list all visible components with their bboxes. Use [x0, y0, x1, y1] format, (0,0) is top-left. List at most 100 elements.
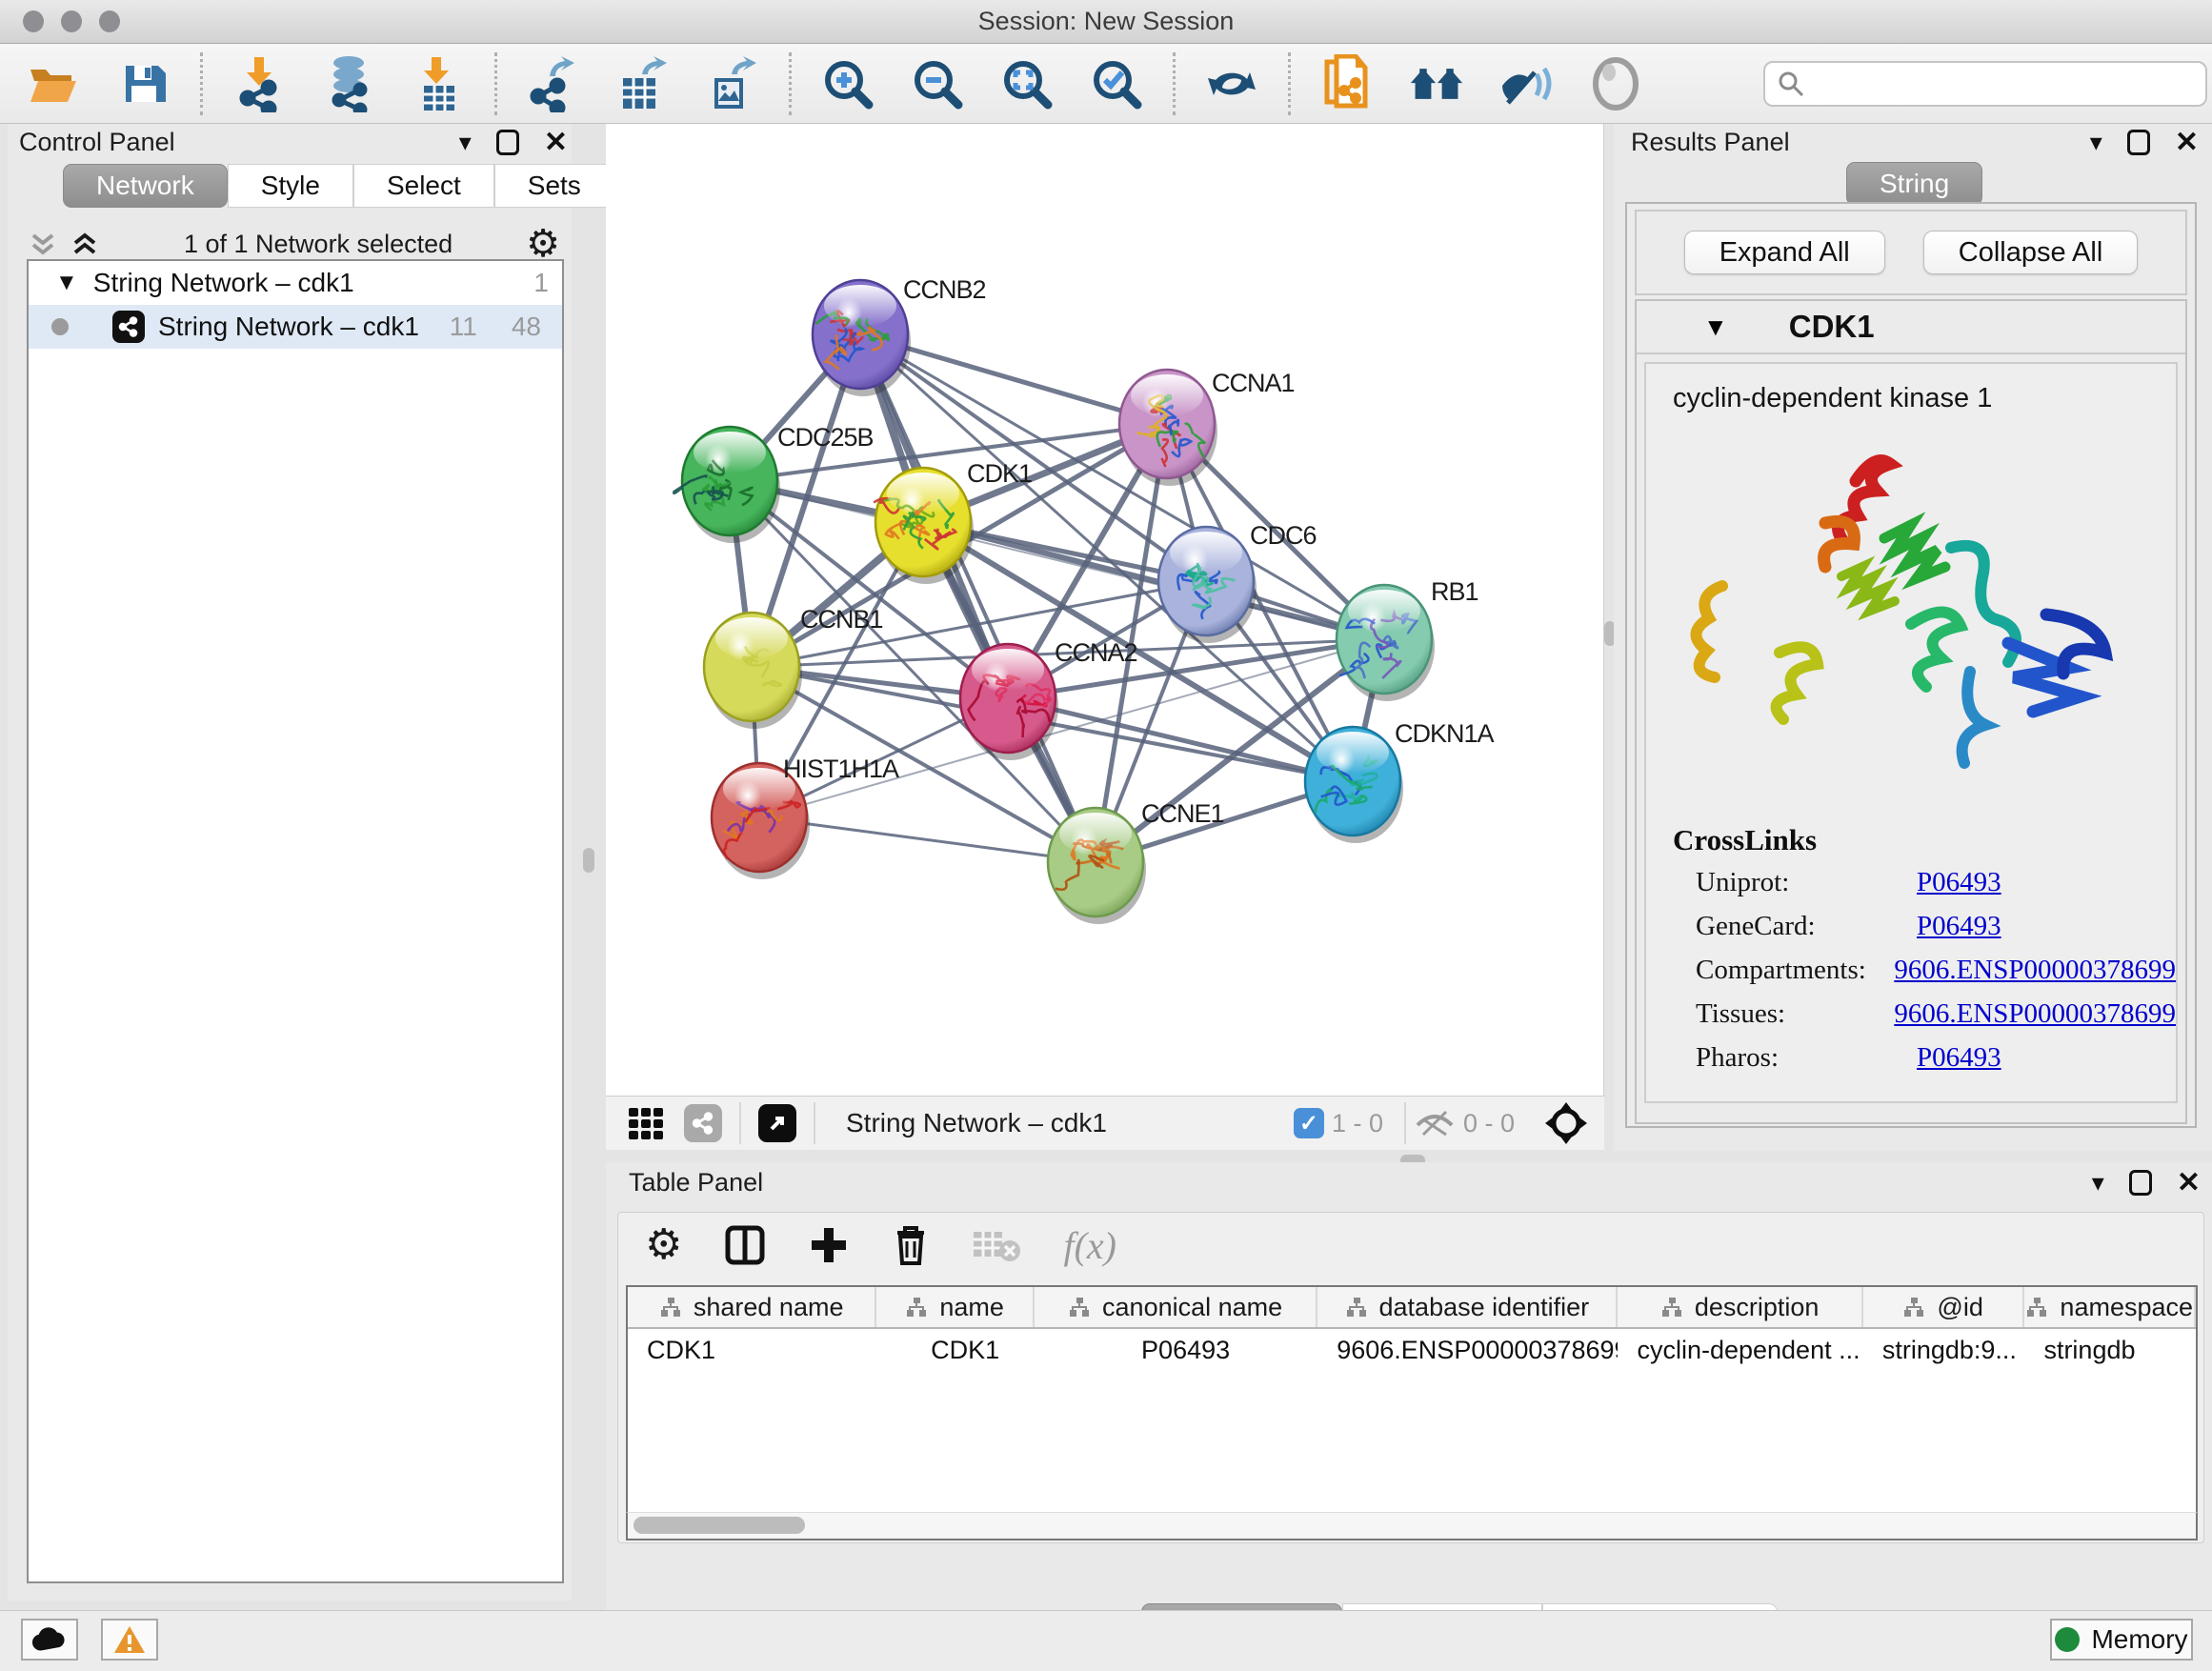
table-cell[interactable]: stringdb [2024, 1329, 2196, 1371]
table-cell[interactable]: cyclin-dependent ... [1618, 1329, 1862, 1371]
selected-nodes-checkbox-icon[interactable]: ✓ [1294, 1108, 1324, 1138]
column-header-canonical-name[interactable]: canonical name [1035, 1287, 1317, 1327]
network-options-gear-icon[interactable]: ⚙ [526, 225, 560, 263]
zoom-out-icon[interactable] [910, 56, 965, 111]
close-window-icon[interactable] [23, 10, 44, 32]
network-row-selected[interactable]: String Network – cdk1 11 48 [29, 305, 562, 349]
grid-view-icon[interactable] [625, 1102, 667, 1144]
zoom-selected-icon[interactable] [1089, 56, 1144, 111]
crosslink-link[interactable]: 9606.ENSP00000378699 [1894, 951, 2176, 989]
import-network-database-icon[interactable] [321, 56, 376, 111]
search-input[interactable] [1805, 69, 2205, 98]
collapse-all-button[interactable]: Collapse All [1923, 231, 2139, 274]
collapse-collection-icon[interactable]: ▼ [55, 270, 78, 296]
memory-button[interactable]: Memory [2050, 1619, 2193, 1661]
node-HIST1H1A[interactable]: HIST1H1A [712, 755, 899, 879]
float-panel-icon[interactable] [2127, 130, 2150, 155]
update-layout-icon[interactable] [1204, 56, 1259, 111]
export-table-icon[interactable] [615, 56, 671, 111]
collapse-section-icon[interactable]: ▼ [1703, 312, 1728, 342]
minimize-window-icon[interactable] [61, 10, 82, 32]
share-document-icon[interactable] [1319, 56, 1375, 111]
float-panel-icon[interactable] [496, 130, 519, 155]
network-canvas[interactable]: CCNB2CCNA1CDC25BCDK1CDC6RB1CCNB1CCNA2CDK… [606, 124, 1604, 1096]
crosslink-link[interactable]: 9606.ENSP00000378699 [1894, 995, 2176, 1033]
warning-status-button[interactable] [101, 1619, 158, 1661]
column-header-shared-name[interactable]: shared name [628, 1287, 876, 1327]
crosslink-link[interactable]: P06493 [1917, 1038, 2001, 1077]
network-collection-row[interactable]: ▼ String Network – cdk1 1 [29, 261, 562, 305]
close-panel-icon[interactable]: ✕ [2175, 129, 2199, 157]
left-splitter-handle[interactable] [583, 848, 594, 873]
string-home-icon[interactable] [1409, 56, 1464, 111]
export-image-icon[interactable] [705, 56, 760, 111]
hidden-eye-icon[interactable] [1414, 1106, 1456, 1140]
node-CDK1[interactable]: CDK1 [874, 459, 1032, 584]
maximize-window-icon[interactable] [99, 10, 120, 32]
table-horizontal-scrollbar[interactable] [626, 1512, 2198, 1540]
tab-sets[interactable]: Sets [494, 164, 614, 208]
table-row[interactable]: CDK1CDK1P064939606.ENSP00000378699cyclin… [628, 1329, 2196, 1371]
node-table[interactable]: shared namenamecanonical namedatabase id… [626, 1285, 2198, 1512]
export-network-icon[interactable] [526, 56, 581, 111]
network-view[interactable]: CCNB2CCNA1CDC25BCDK1CDC6RB1CCNB1CCNA2CDK… [606, 124, 1604, 1096]
node-RB1[interactable]: RB1 [1337, 577, 1478, 701]
control-panel-title: Control Panel [19, 128, 175, 157]
column-header-name[interactable]: name [876, 1287, 1035, 1327]
node-CDKN1A[interactable]: CDKN1A [1305, 719, 1495, 843]
network-bullet-icon [51, 318, 69, 335]
close-panel-icon[interactable]: ✕ [2177, 1169, 2201, 1198]
table-cell[interactable]: 9606.ENSP00000378699 [1317, 1329, 1618, 1371]
table-cell[interactable]: stringdb:9... [1863, 1329, 2025, 1371]
expand-all-networks-icon[interactable] [27, 228, 59, 260]
open-external-icon[interactable] [758, 1104, 796, 1142]
open-session-icon[interactable] [27, 56, 82, 111]
panel-menu-icon[interactable]: ▾ [2090, 128, 2102, 157]
node-CCNB1[interactable]: CCNB1 [704, 605, 883, 729]
edge-count: 48 [512, 312, 541, 342]
hide-graphics-details-icon[interactable] [1498, 56, 1554, 111]
zoom-in-icon[interactable] [820, 56, 875, 111]
node-CCNB2[interactable]: CCNB2 [813, 275, 986, 396]
node-CCNA2[interactable]: CCNA2 [960, 638, 1137, 760]
close-panel-icon[interactable]: ✕ [544, 129, 568, 157]
table-options-gear-icon[interactable]: ⚙ [645, 1224, 682, 1266]
add-column-icon[interactable] [808, 1224, 850, 1266]
cloud-status-button[interactable] [21, 1619, 78, 1661]
tab-network[interactable]: Network [63, 164, 228, 208]
column-header--id[interactable]: @id [1863, 1287, 2025, 1327]
birdseye-view-icon[interactable] [1588, 56, 1643, 111]
float-panel-icon[interactable] [2129, 1170, 2152, 1196]
search-field[interactable] [1763, 61, 2207, 107]
node-CCNA1[interactable]: CCNA1 [1119, 369, 1295, 486]
scrollbar-thumb[interactable] [633, 1517, 805, 1534]
node-CDC6[interactable]: CDC6 [1158, 521, 1317, 643]
tab-string[interactable]: String [1846, 162, 1982, 206]
column-header-namespace[interactable]: namespace [2024, 1287, 2196, 1327]
crosslink-link[interactable]: P06493 [1917, 863, 2001, 901]
delete-column-icon[interactable] [892, 1223, 930, 1267]
network-share-badge-icon[interactable] [684, 1104, 722, 1142]
show-columns-icon[interactable] [724, 1224, 766, 1266]
table-cell[interactable]: P06493 [1035, 1329, 1317, 1371]
column-header-description[interactable]: description [1618, 1287, 1862, 1327]
table-cell[interactable]: CDK1 [628, 1329, 876, 1371]
node-CCNE1[interactable]: CCNE1 [1048, 799, 1224, 924]
panel-menu-icon[interactable]: ▾ [459, 128, 472, 157]
import-network-icon[interactable] [231, 56, 287, 111]
save-session-icon[interactable] [116, 56, 171, 111]
column-header-database-identifier[interactable]: database identifier [1317, 1287, 1618, 1327]
tab-select[interactable]: Select [353, 164, 494, 208]
results-panel-title: Results Panel [1631, 128, 1790, 157]
crosslink-link[interactable]: P06493 [1917, 907, 2001, 945]
panel-menu-icon[interactable]: ▾ [2092, 1168, 2104, 1198]
column-type-icon [659, 1297, 682, 1318]
zoom-fit-icon[interactable] [999, 56, 1055, 111]
birdseye-toggle-icon[interactable] [1543, 1100, 1589, 1146]
expand-all-button[interactable]: Expand All [1684, 231, 1885, 274]
table-cell[interactable]: CDK1 [876, 1329, 1035, 1371]
window-buttons[interactable] [23, 10, 120, 32]
import-table-icon[interactable] [411, 56, 466, 111]
tab-style[interactable]: Style [228, 164, 353, 208]
collapse-all-networks-icon[interactable] [69, 228, 101, 260]
